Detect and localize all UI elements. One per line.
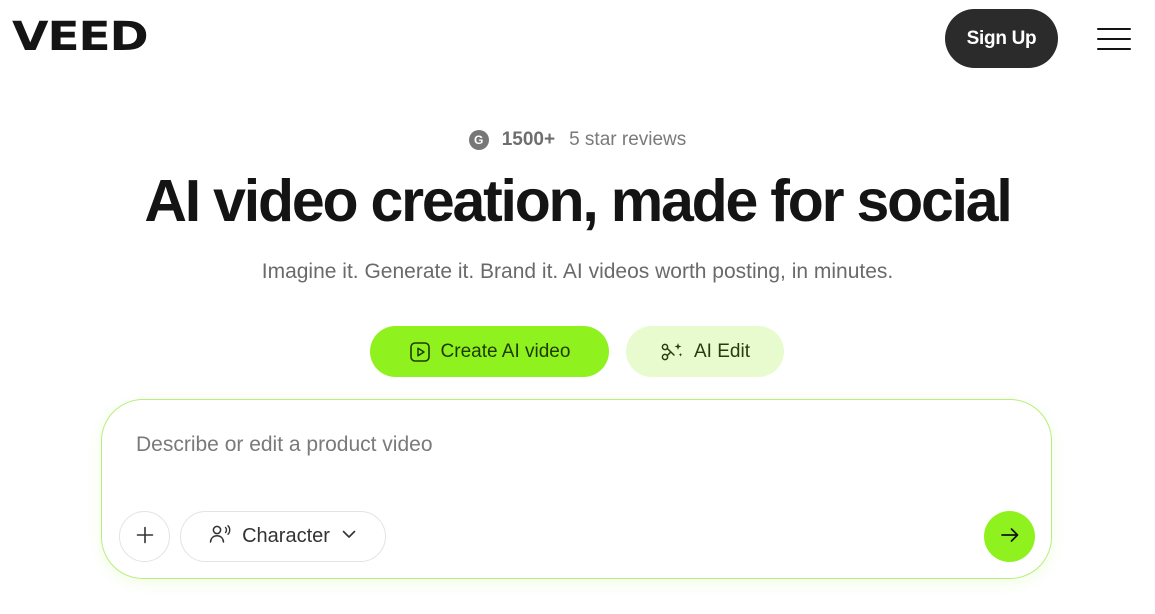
arrow-right-icon — [999, 524, 1021, 549]
sign-up-button[interactable]: Sign Up — [945, 9, 1058, 68]
character-dropdown[interactable]: Character — [180, 511, 386, 562]
g2-icon: G — [468, 130, 489, 150]
create-ai-video-button[interactable]: Create AI video — [370, 326, 609, 377]
menu-line — [1097, 38, 1131, 40]
veed-logo[interactable]: VEED — [12, 17, 149, 57]
prompt-input[interactable] — [136, 430, 996, 460]
create-ai-video-label: Create AI video — [440, 340, 571, 362]
hamburger-menu-icon[interactable] — [1097, 28, 1131, 50]
review-label: 5 star reviews — [569, 129, 687, 150]
speaking-person-icon — [208, 523, 232, 551]
menu-line — [1097, 28, 1131, 30]
prompt-box: Character — [101, 399, 1052, 579]
page-title: AI video creation, made for social — [144, 168, 1012, 234]
chevron-down-icon — [340, 525, 358, 549]
menu-line — [1097, 48, 1131, 50]
play-square-icon — [409, 341, 431, 363]
review-count: 1500+ — [501, 129, 556, 150]
send-button[interactable] — [984, 511, 1035, 562]
add-attachment-button[interactable] — [119, 511, 170, 562]
magic-scissors-icon — [660, 341, 684, 363]
ai-edit-label: AI Edit — [694, 340, 750, 362]
ai-edit-button[interactable]: AI Edit — [626, 326, 784, 377]
character-label: Character — [242, 525, 330, 547]
reviews-rating: G 1500+ 5 star reviews — [0, 129, 1155, 151]
page-subtitle: Imagine it. Generate it. Brand it. AI vi… — [261, 260, 894, 283]
page: VEED Sign Up G 1500+ 5 star reviews AI v… — [0, 0, 1155, 614]
plus-icon — [136, 526, 154, 547]
